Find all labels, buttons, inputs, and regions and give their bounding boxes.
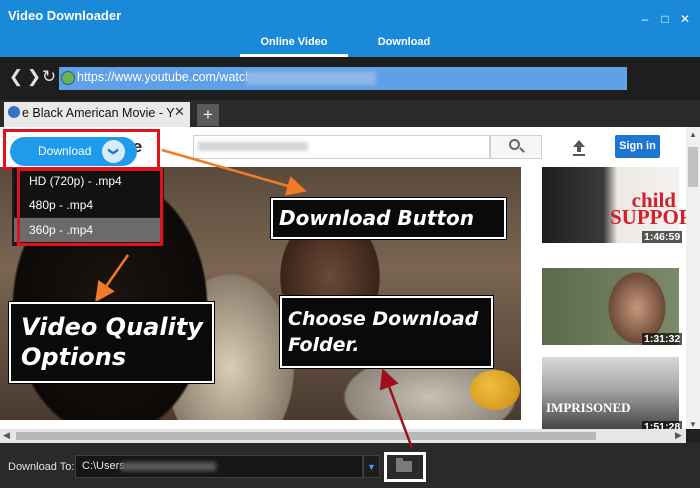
scroll-up-icon[interactable]: ▲ xyxy=(689,130,697,139)
reload-icon[interactable]: ↻ xyxy=(41,68,57,86)
path-dropdown-icon[interactable]: ▼ xyxy=(363,455,380,478)
scroll-left-icon[interactable]: ◀ xyxy=(3,430,10,441)
thumbnail-title-text: IMPRISONED xyxy=(546,400,631,415)
video-duration: 1:46:59 xyxy=(642,231,683,243)
globe-icon xyxy=(61,71,75,85)
tab-download[interactable]: Download xyxy=(350,36,458,48)
horizontal-scroll-thumb[interactable] xyxy=(16,432,596,440)
scroll-down-icon[interactable]: ▼ xyxy=(689,420,697,429)
quality-menu-highlight xyxy=(17,168,163,246)
download-to-label: Download To: xyxy=(8,461,75,473)
folder-icon xyxy=(396,461,412,472)
minimize-icon[interactable]: – xyxy=(638,12,652,26)
tab-close-icon[interactable]: ✕ xyxy=(174,104,185,120)
tab-favicon-icon xyxy=(8,106,20,118)
back-icon[interactable]: ❮ xyxy=(8,68,24,86)
callout-choose-folder: Choose Download Folder. xyxy=(279,295,494,369)
upload-icon[interactable] xyxy=(572,139,586,157)
download-button-highlight xyxy=(3,129,160,170)
vertical-scroll-thumb[interactable] xyxy=(688,147,698,187)
app-title: Video Downloader xyxy=(8,8,122,23)
callout-download-button: Download Button xyxy=(270,197,507,240)
callout-quality-options: Video Quality Options xyxy=(8,301,215,384)
url-redacted xyxy=(246,71,376,85)
browser-tab-title: e Black American Movie - Y xyxy=(22,106,175,120)
search-query-redacted xyxy=(198,142,308,151)
download-path-text: C:\Users xyxy=(82,460,125,472)
video-frame-detail xyxy=(470,370,520,410)
scroll-right-icon[interactable]: ▶ xyxy=(675,430,682,441)
close-icon[interactable]: ✕ xyxy=(678,12,692,26)
url-text: https://www.youtube.com/watch xyxy=(77,70,253,84)
sign-in-button[interactable]: Sign in xyxy=(615,135,660,158)
download-path-redacted xyxy=(121,462,216,471)
video-duration: 1:31:32 xyxy=(642,333,683,345)
thumbnail-title-text: child SUPPORT xyxy=(610,188,700,229)
forward-icon[interactable]: ❯ xyxy=(26,68,42,86)
new-tab-button[interactable]: + xyxy=(197,104,219,126)
maximize-icon[interactable]: □ xyxy=(658,12,672,26)
